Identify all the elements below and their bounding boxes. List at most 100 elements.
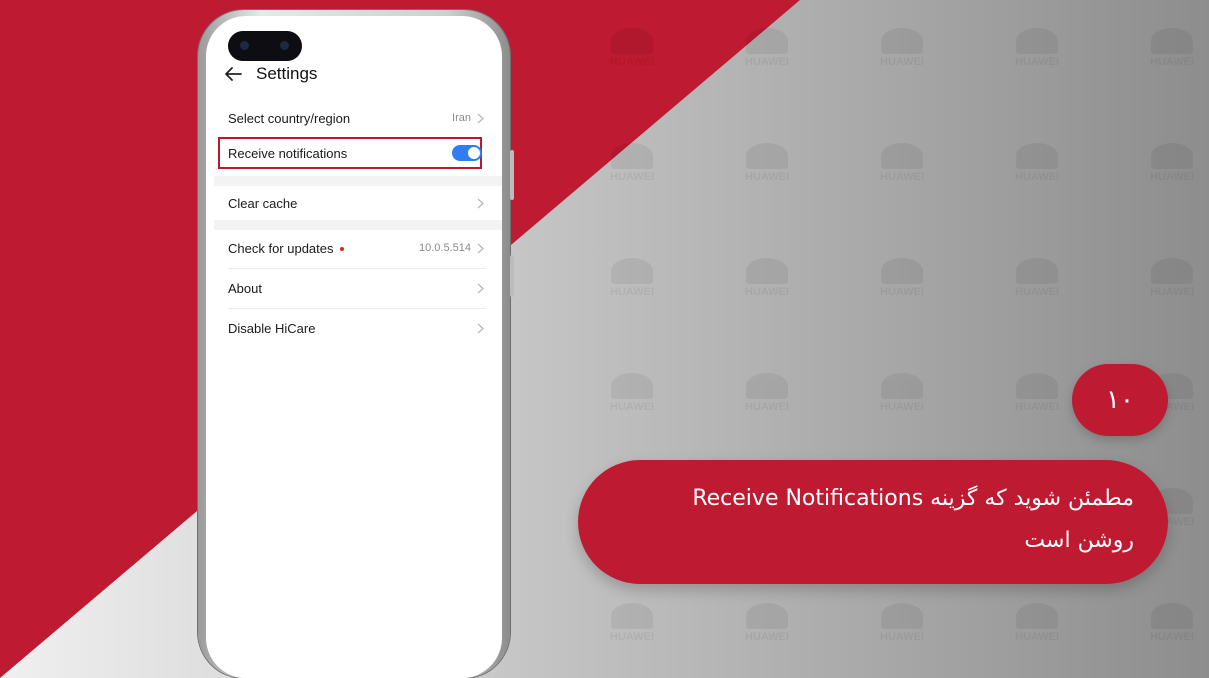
- huawei-logo-icon: [746, 258, 788, 284]
- chevron-right-icon: [477, 113, 484, 123]
- watermark-text: HUAWEI: [880, 171, 924, 183]
- huawei-watermark: HUAWEI: [1150, 258, 1194, 298]
- chevron-right-icon: [477, 243, 484, 253]
- watermark-text: HUAWEI: [1015, 401, 1059, 413]
- settings-header: Settings: [224, 64, 317, 84]
- huawei-logo-icon: [1151, 143, 1193, 169]
- huawei-logo-icon: [611, 258, 653, 284]
- step-number-badge: ۱۰: [1072, 364, 1168, 436]
- watermark-text: HUAWEI: [610, 56, 654, 68]
- huawei-logo-icon: [1151, 258, 1193, 284]
- phone-frame: Settings Select country/region Iran Rece…: [198, 10, 514, 678]
- huawei-logo-icon: [746, 28, 788, 54]
- watermark-text: HUAWEI: [1015, 171, 1059, 183]
- huawei-logo-icon: [881, 258, 923, 284]
- watermark-text: HUAWEI: [745, 171, 789, 183]
- watermark-text: HUAWEI: [745, 286, 789, 298]
- chevron-right-icon: [477, 283, 484, 293]
- camera-cutout: [228, 31, 302, 61]
- watermark-text: HUAWEI: [610, 631, 654, 643]
- huawei-watermark: HUAWEI: [745, 373, 789, 413]
- huawei-watermark: HUAWEI: [1150, 28, 1194, 68]
- watermark-text: HUAWEI: [880, 401, 924, 413]
- huawei-logo-icon: [881, 373, 923, 399]
- settings-item-notifications[interactable]: Receive notifications: [218, 133, 494, 173]
- watermark-text: HUAWEI: [880, 286, 924, 298]
- huawei-watermark: HUAWEI: [610, 373, 654, 413]
- settings-item-label: Select country/region: [228, 110, 351, 126]
- huawei-watermark: HUAWEI: [610, 603, 654, 643]
- arrow-left-icon[interactable]: [224, 66, 242, 82]
- notifications-toggle[interactable]: [452, 145, 482, 161]
- watermark-text: HUAWEI: [1150, 286, 1194, 298]
- watermark-text: HUAWEI: [880, 56, 924, 68]
- huawei-watermark: HUAWEI: [745, 603, 789, 643]
- camera-lens-icon: [280, 41, 289, 50]
- huawei-logo-icon: [611, 143, 653, 169]
- watermark-text: HUAWEI: [1015, 56, 1059, 68]
- toggle-knob: [468, 147, 480, 159]
- settings-item-disable-hicare[interactable]: Disable HiCare: [218, 308, 494, 348]
- huawei-watermark: HUAWEI: [1015, 28, 1059, 68]
- settings-item-country[interactable]: Select country/region Iran: [218, 98, 494, 138]
- settings-item-label: About: [228, 280, 262, 296]
- huawei-watermark: HUAWEI: [1015, 143, 1059, 183]
- huawei-logo-icon: [1016, 603, 1058, 629]
- huawei-watermark: HUAWEI: [745, 28, 789, 68]
- huawei-logo-icon: [611, 373, 653, 399]
- settings-item-about[interactable]: About: [218, 268, 494, 308]
- huawei-watermark: HUAWEI: [880, 373, 924, 413]
- huawei-watermark: HUAWEI: [1150, 603, 1194, 643]
- huawei-watermark: HUAWEI: [610, 28, 654, 68]
- huawei-watermark: HUAWEI: [745, 143, 789, 183]
- page-title: Settings: [256, 64, 318, 83]
- watermark-text: HUAWEI: [1015, 631, 1059, 643]
- watermark-text: HUAWEI: [745, 56, 789, 68]
- huawei-logo-icon: [746, 373, 788, 399]
- huawei-logo-icon: [1016, 373, 1058, 399]
- instruction-caption: مطمئن شوید که گزینه Receive Notification…: [578, 460, 1168, 584]
- huawei-logo-icon: [1016, 258, 1058, 284]
- huawei-watermark: HUAWEI: [610, 143, 654, 183]
- huawei-watermark: HUAWEI: [745, 258, 789, 298]
- huawei-watermark: HUAWEI: [1015, 258, 1059, 298]
- settings-item-label: Receive notifications: [228, 145, 348, 161]
- huawei-logo-icon: [746, 143, 788, 169]
- huawei-logo-icon: [881, 28, 923, 54]
- huawei-watermark: HUAWEI: [880, 28, 924, 68]
- settings-item-value: 10.0.5.514: [419, 242, 471, 254]
- watermark-text: HUAWEI: [745, 401, 789, 413]
- huawei-watermark: HUAWEI: [880, 603, 924, 643]
- watermark-text: HUAWEI: [1150, 56, 1194, 68]
- caption-line-2: روشن است: [1024, 528, 1134, 553]
- watermark-text: HUAWEI: [610, 286, 654, 298]
- chevron-right-icon: [477, 198, 484, 208]
- settings-item-clear-cache[interactable]: Clear cache: [218, 183, 494, 223]
- update-badge-dot: [339, 247, 344, 252]
- phone-volume-button: [510, 150, 514, 200]
- huawei-watermark: HUAWEI: [610, 258, 654, 298]
- huawei-watermark: HUAWEI: [1015, 373, 1059, 413]
- watermark-text: HUAWEI: [745, 631, 789, 643]
- watermark-text: HUAWEI: [1150, 631, 1194, 643]
- huawei-logo-icon: [746, 603, 788, 629]
- huawei-logo-icon: [1151, 28, 1193, 54]
- huawei-logo-icon: [881, 143, 923, 169]
- watermark-text: HUAWEI: [610, 401, 654, 413]
- huawei-watermark: HUAWEI: [1150, 143, 1194, 183]
- huawei-logo-icon: [1016, 143, 1058, 169]
- huawei-logo-icon: [1151, 603, 1193, 629]
- settings-item-label: Disable HiCare: [228, 320, 316, 336]
- phone-power-button: [510, 255, 514, 297]
- huawei-watermark: HUAWEI: [880, 258, 924, 298]
- settings-item-updates[interactable]: Check for updates 10.0.5.514: [218, 228, 494, 268]
- watermark-text: HUAWEI: [1015, 286, 1059, 298]
- huawei-logo-icon: [611, 28, 653, 54]
- settings-item-label: Clear cache: [228, 195, 298, 211]
- settings-item-value: Iran: [452, 112, 471, 124]
- camera-lens-icon: [240, 41, 249, 50]
- caption-line-1: مطمئن شوید که گزینه Receive Notification…: [692, 486, 1134, 511]
- chevron-right-icon: [477, 323, 484, 333]
- settings-item-label-text: Check for updates: [228, 240, 334, 256]
- watermark-text: HUAWEI: [610, 171, 654, 183]
